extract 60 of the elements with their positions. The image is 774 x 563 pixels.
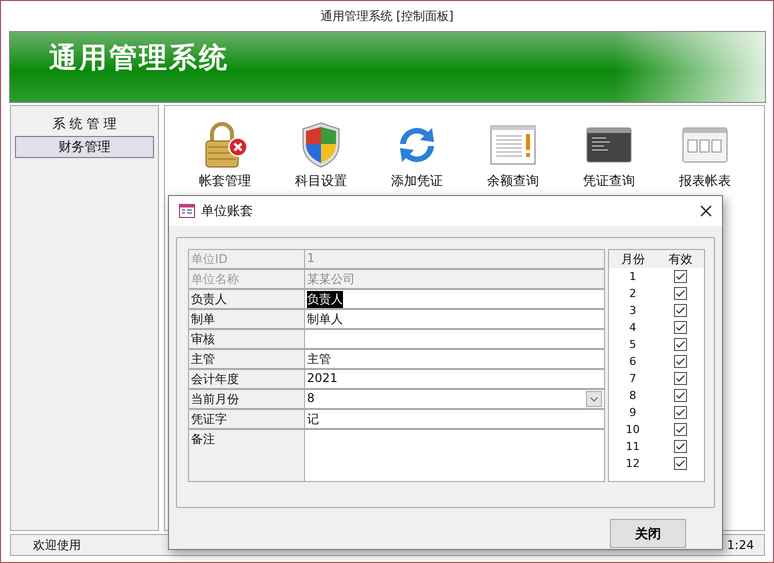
field-label: 负责人 [188, 289, 304, 309]
field-label: 会计年度 [188, 369, 304, 389]
field-label: 备注 [188, 429, 304, 482]
column-header: 月份 [620, 250, 646, 268]
month-cell-text: 10 [624, 423, 641, 436]
input-field[interactable]: 负责人 [304, 289, 605, 309]
checkbox[interactable] [674, 389, 687, 402]
sidebar-item[interactable]: 系 统 管 理 [15, 113, 154, 135]
form-icon [179, 204, 195, 218]
input-field[interactable] [304, 329, 605, 349]
month-cell-text: 6 [628, 355, 638, 368]
field-label: 主管 [188, 349, 304, 369]
toolbar-button[interactable]: 余额查询 [465, 120, 561, 190]
toolbar-button[interactable]: 报表帐表 [657, 120, 753, 190]
dialog-title: 单位账套 [201, 203, 254, 220]
month-cell-text: 1 [628, 270, 638, 283]
field-label: 审核 [188, 329, 304, 349]
column-header: 有效 [667, 250, 694, 268]
checkbox[interactable] [674, 321, 687, 334]
memo-field[interactable] [304, 429, 605, 482]
field-label: 单位ID [188, 249, 304, 269]
month-cell-text: 9 [628, 406, 638, 419]
toolbar-button[interactable]: 帐套管理 [177, 120, 273, 190]
sidebar-item[interactable]: 财务管理 [15, 136, 154, 158]
checkbox[interactable] [674, 457, 687, 470]
month-cell-text: 4 [628, 321, 638, 334]
month-cell-text: 12 [624, 457, 641, 470]
checkbox[interactable] [674, 270, 687, 283]
checkbox[interactable] [674, 304, 687, 317]
checkbox[interactable] [674, 355, 687, 368]
month-cell-text: 7 [628, 372, 638, 385]
close-button[interactable]: 关闭 [610, 519, 686, 548]
checkbox[interactable] [674, 372, 687, 385]
month-cell-text: 8 [628, 389, 638, 402]
input-field[interactable]: 制单人 [304, 309, 605, 329]
field-label: 凭证字 [188, 409, 304, 429]
status-time: 1:24 [727, 538, 754, 552]
toolbar-button[interactable]: 凭证查询 [561, 120, 657, 190]
checkbox[interactable] [674, 406, 687, 419]
input-field[interactable]: 记 [304, 409, 605, 429]
field-label: 当前月份 [188, 389, 304, 409]
field-label: 单位名称 [188, 269, 304, 289]
input-field[interactable]: 2021 [304, 369, 605, 389]
month-cell-text: 3 [628, 304, 638, 317]
month-cell-text: 11 [624, 440, 641, 453]
toolbar-button[interactable]: 科目设置 [273, 120, 369, 190]
window-title: 通用管理系统 [控制面板] [320, 8, 454, 24]
status-message: 欢迎使用 [33, 536, 81, 554]
month-cell-text: 2 [628, 287, 638, 300]
checkbox[interactable] [674, 423, 687, 436]
month-cell-text: 5 [628, 338, 638, 351]
dropdown-field[interactable]: 8 [304, 389, 605, 409]
input-field[interactable]: 主管 [304, 349, 605, 369]
close-icon[interactable] [700, 205, 712, 217]
checkbox[interactable] [674, 287, 687, 300]
checkbox[interactable] [674, 440, 687, 453]
toolbar-button[interactable]: 添加凭证 [369, 120, 465, 190]
banner-title: 通用管理系统 [49, 40, 229, 76]
checkbox[interactable] [674, 338, 687, 351]
field-label: 制单 [188, 309, 304, 329]
